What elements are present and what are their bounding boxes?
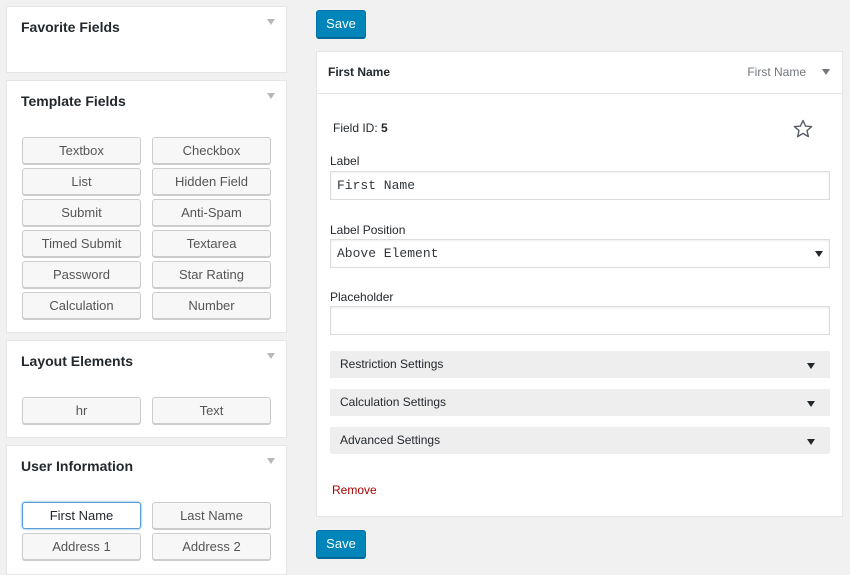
- save-button-bottom[interactable]: Save: [316, 530, 366, 558]
- field-type-label: First Name: [747, 65, 806, 79]
- favorite-star-icon[interactable]: [793, 119, 813, 139]
- field-button-checkbox[interactable]: Checkbox: [152, 137, 271, 164]
- field-button-list[interactable]: List: [22, 168, 141, 195]
- field-button-submit[interactable]: Submit: [22, 199, 141, 226]
- calculation-settings-toggle[interactable]: Calculation Settings: [330, 389, 830, 416]
- collapse-caret-icon[interactable]: [822, 69, 830, 75]
- restriction-settings-caret-icon: [807, 363, 815, 369]
- save-button-top[interactable]: Save: [316, 10, 366, 38]
- field-editor-panel: First Name First Name Field ID: 5 Label …: [316, 51, 843, 517]
- label-input[interactable]: First Name: [330, 171, 830, 200]
- field-id-value: 5: [381, 121, 388, 135]
- user-information-toggle-icon[interactable]: [267, 458, 275, 464]
- placeholder-label: Placeholder: [330, 290, 394, 304]
- field-button-star-rating[interactable]: Star Rating: [152, 261, 271, 288]
- calculation-settings-caret-icon: [807, 401, 815, 407]
- advanced-settings-label: Advanced Settings: [340, 433, 441, 447]
- favorite-fields-toggle-icon[interactable]: [267, 19, 275, 25]
- field-button-hr[interactable]: hr: [22, 397, 141, 424]
- field-button-address-2[interactable]: Address 2: [152, 533, 271, 560]
- field-button-textbox[interactable]: Textbox: [22, 137, 141, 164]
- user-information-box: User Information First Name Last Name Ad…: [6, 445, 287, 575]
- label-position-label: Label Position: [330, 223, 406, 237]
- field-button-calculation[interactable]: Calculation: [22, 292, 141, 319]
- field-button-first-name[interactable]: First Name: [22, 502, 141, 529]
- template-fields-toggle-icon[interactable]: [267, 93, 275, 99]
- field-id-label: Field ID:: [333, 121, 378, 135]
- field-button-hidden-field[interactable]: Hidden Field: [152, 168, 271, 195]
- label-position-select[interactable]: Above Element: [330, 239, 830, 268]
- advanced-settings-toggle[interactable]: Advanced Settings: [330, 427, 830, 454]
- field-id: Field ID: 5: [333, 121, 388, 135]
- field-button-last-name[interactable]: Last Name: [152, 502, 271, 529]
- user-information-title: User Information: [21, 458, 134, 474]
- calculation-settings-label: Calculation Settings: [340, 395, 447, 409]
- advanced-settings-caret-icon: [807, 439, 815, 445]
- remove-field-link[interactable]: Remove: [332, 483, 377, 497]
- field-editor-title: First Name: [328, 65, 391, 79]
- layout-elements-title: Layout Elements: [21, 353, 134, 369]
- layout-elements-box: Layout Elements hr Text: [6, 340, 287, 438]
- select-caret-icon: [815, 251, 823, 257]
- field-button-anti-spam[interactable]: Anti-Spam: [152, 199, 271, 226]
- field-button-password[interactable]: Password: [22, 261, 141, 288]
- field-button-timed-submit[interactable]: Timed Submit: [22, 230, 141, 257]
- field-button-text[interactable]: Text: [152, 397, 271, 424]
- template-fields-title: Template Fields: [21, 93, 126, 109]
- template-fields-box: Template Fields Textbox Checkbox List Hi…: [6, 80, 287, 333]
- label-field-label: Label: [330, 154, 360, 168]
- field-button-address-1[interactable]: Address 1: [22, 533, 141, 560]
- restriction-settings-label: Restriction Settings: [340, 357, 444, 371]
- label-position-value: Above Element: [337, 246, 439, 261]
- favorite-fields-title: Favorite Fields: [21, 19, 120, 35]
- placeholder-input[interactable]: [330, 306, 830, 335]
- favorite-fields-box: Favorite Fields: [6, 6, 287, 73]
- field-button-number[interactable]: Number: [152, 292, 271, 319]
- restriction-settings-toggle[interactable]: Restriction Settings: [330, 351, 830, 378]
- field-button-textarea[interactable]: Textarea: [152, 230, 271, 257]
- layout-elements-toggle-icon[interactable]: [267, 353, 275, 359]
- field-editor-header[interactable]: First Name First Name: [317, 52, 842, 94]
